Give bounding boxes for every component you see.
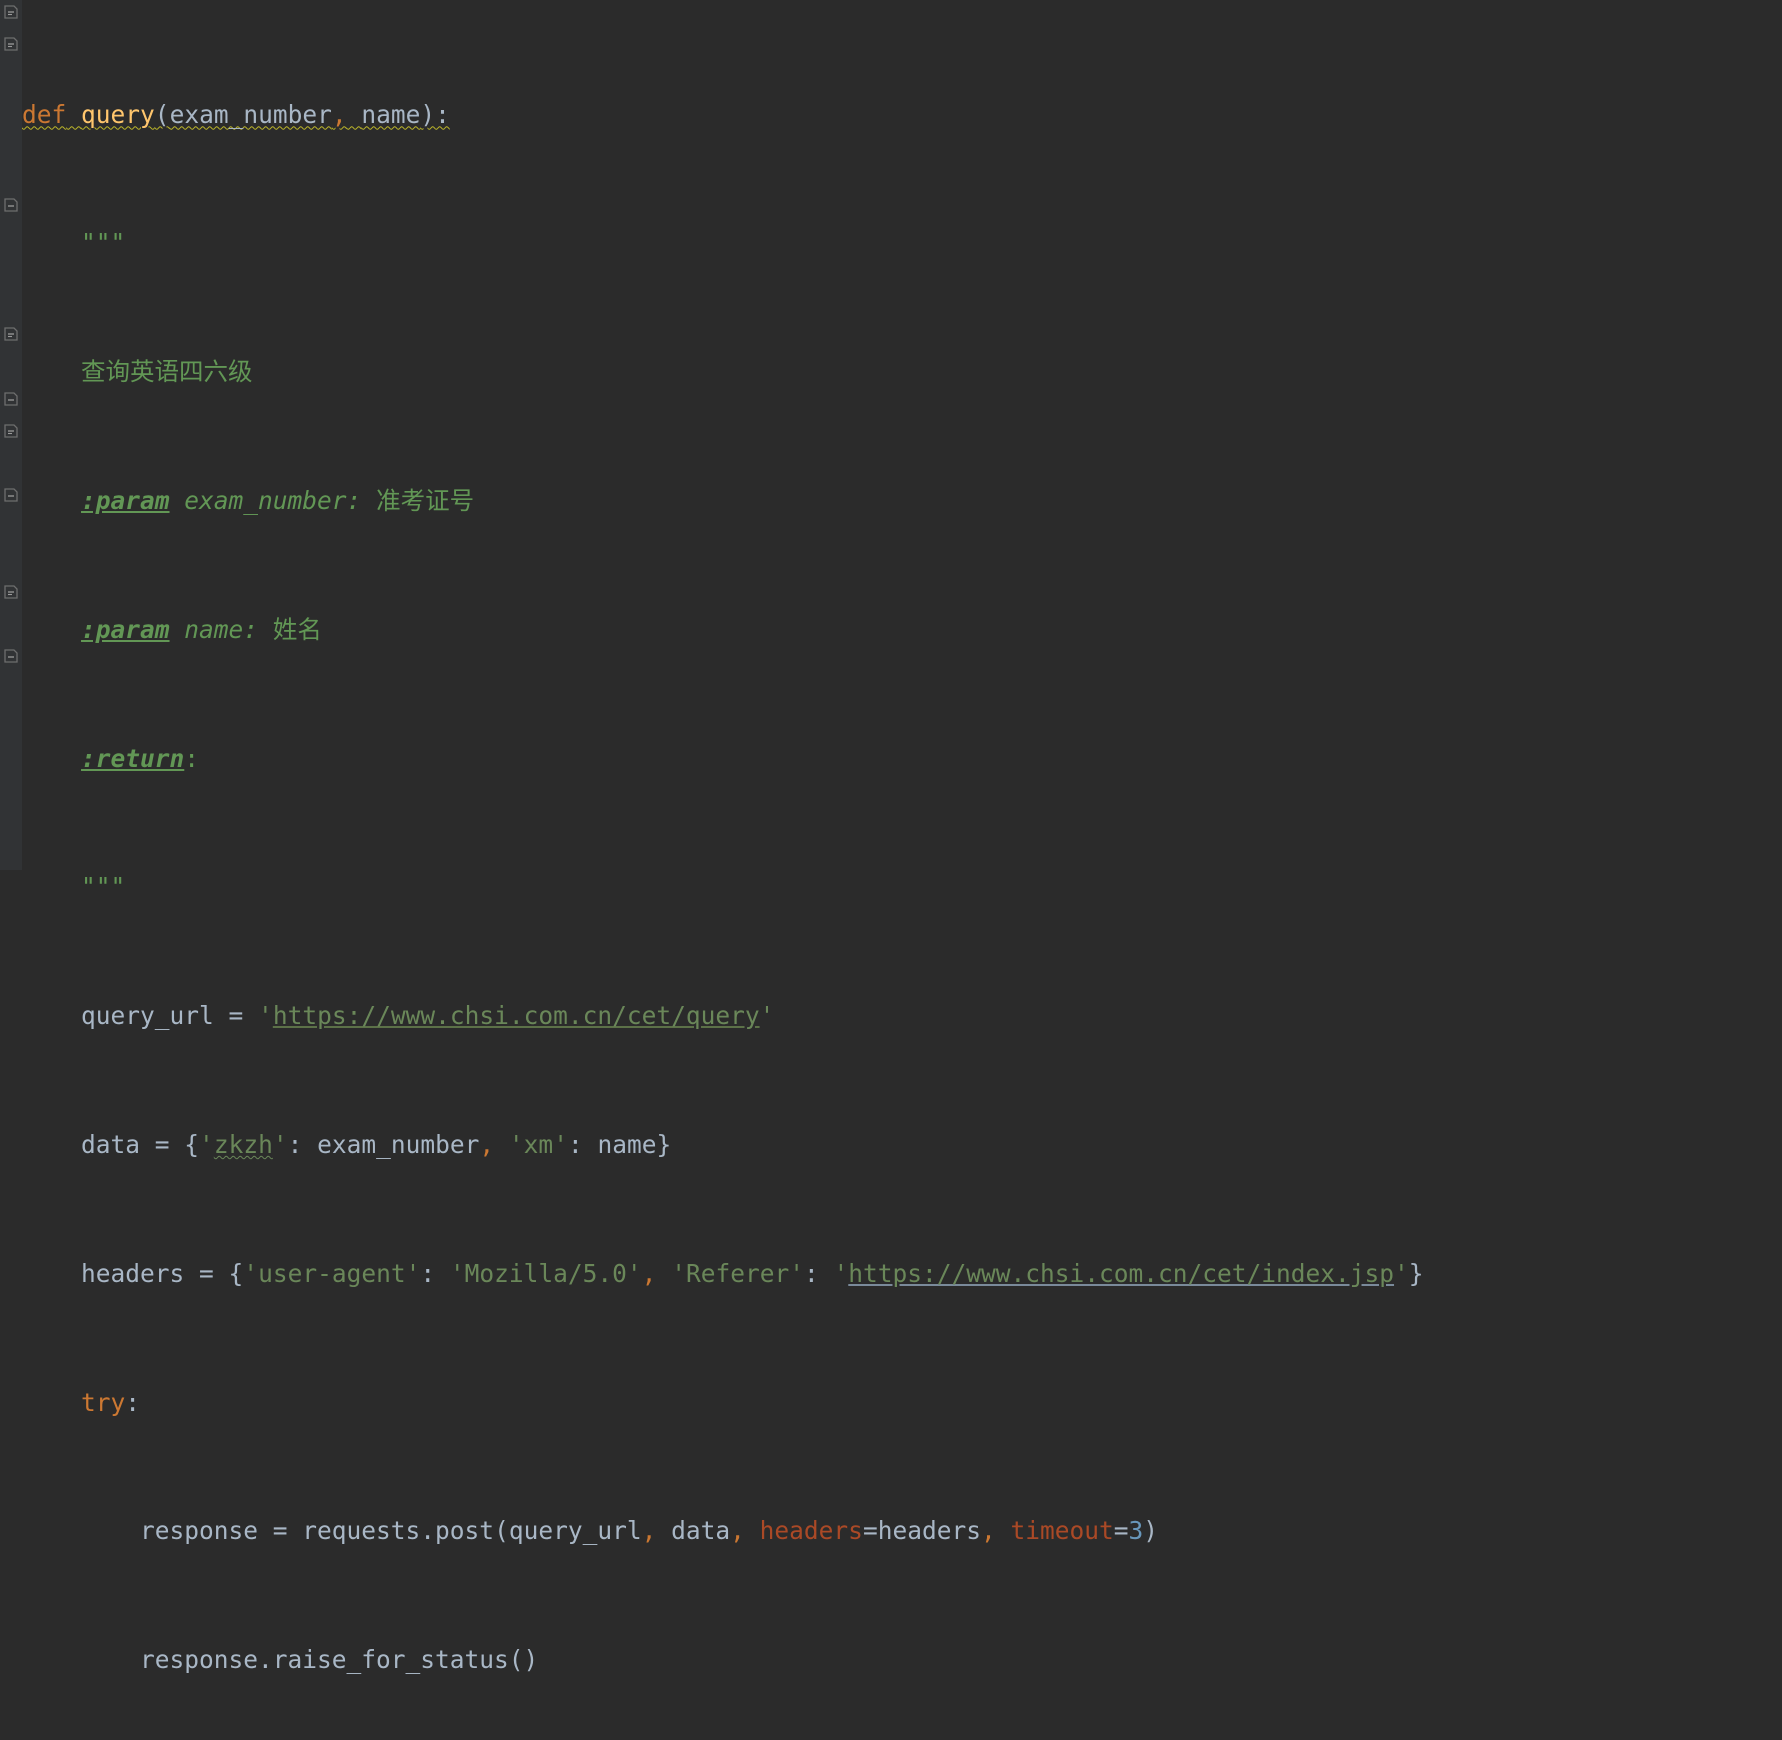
token-var-headers: headers xyxy=(81,1258,185,1288)
code-line[interactable]: """ xyxy=(22,227,1782,259)
token-header-key-referer: Referer xyxy=(685,1258,790,1288)
code-line[interactable]: :param exam_number: 准考证号 xyxy=(22,485,1782,517)
code-line[interactable]: response = requests.post(query_url, data… xyxy=(22,1515,1782,1547)
token-doc-param-exam-number-desc: 准考证号 xyxy=(376,486,475,515)
fold-collapse-icon[interactable] xyxy=(3,36,19,52)
token-var-query-url: query_url xyxy=(508,1516,642,1546)
code-line[interactable]: data = {'zkzh': exam_number, 'xm': name} xyxy=(22,1129,1782,1161)
token-dict-key-zkzh: zkzh xyxy=(213,1129,273,1159)
token-doc-param-name-desc: 姓名 xyxy=(272,614,322,644)
token-header-value-mozilla: Mozilla/5.0 xyxy=(464,1258,627,1288)
fold-expand-icon[interactable] xyxy=(3,487,19,503)
fold-collapse-icon[interactable] xyxy=(3,584,19,600)
token-doc-param-name: name: xyxy=(184,614,259,644)
token-doc-summary: 查询英语四六级 xyxy=(81,357,253,387)
editor-gutter[interactable] xyxy=(0,0,22,870)
fold-collapse-icon[interactable] xyxy=(3,423,19,439)
token-param-name: name xyxy=(597,1129,657,1159)
token-doc-tag-param: :param xyxy=(81,486,170,515)
token-kwarg-timeout: timeout xyxy=(1010,1516,1114,1546)
token-url-query[interactable]: https://www.chsi.com.cn/cet/query xyxy=(273,1001,760,1030)
token-var-response: response xyxy=(140,1516,259,1546)
code-line[interactable]: """ xyxy=(22,871,1782,903)
token-function-name: query xyxy=(81,99,155,129)
code-content[interactable]: def query(exam_number, name): """ 查询英语四六… xyxy=(22,0,1782,1740)
code-line[interactable]: headers = {'user-agent': 'Mozilla/5.0', … xyxy=(22,1258,1782,1290)
token-url-referer[interactable]: https://www.chsi.com.cn/cet/index.jsp xyxy=(848,1259,1394,1288)
token-call-raise-for-status: response.raise_for_status() xyxy=(140,1645,539,1675)
token-doc-param-exam-number: exam_number: xyxy=(184,486,362,515)
code-line[interactable]: def query(exam_number, name): xyxy=(22,99,1782,131)
fold-expand-icon[interactable] xyxy=(3,391,19,407)
token-doc-tag-param: :param xyxy=(81,614,170,644)
token-keyword-def: def xyxy=(22,99,67,129)
token-dict-key-xm: xm xyxy=(523,1129,554,1159)
token-var-data: data xyxy=(671,1516,731,1546)
token-number-timeout: 3 xyxy=(1128,1516,1144,1546)
token-docstring-open: """ xyxy=(81,228,126,258)
token-doc-tag-return: :return xyxy=(81,743,185,773)
code-line[interactable]: query_url = 'https://www.chsi.com.cn/cet… xyxy=(22,1000,1782,1032)
fold-expand-icon[interactable] xyxy=(3,197,19,213)
code-line[interactable]: 查询英语四六级 xyxy=(22,356,1782,388)
token-keyword-try: try xyxy=(81,1387,126,1417)
code-line[interactable]: try: xyxy=(22,1387,1782,1419)
fold-collapse-icon[interactable] xyxy=(3,4,19,20)
token-var-headers: headers xyxy=(877,1516,981,1546)
token-param-exam-number: exam_number xyxy=(317,1129,480,1159)
token-docstring-close: """ xyxy=(81,872,126,902)
code-line[interactable]: :return: xyxy=(22,743,1782,775)
token-header-key-user-agent: user-agent xyxy=(258,1258,406,1288)
fold-expand-icon[interactable] xyxy=(3,648,19,664)
token-kwarg-headers: headers xyxy=(759,1516,863,1546)
code-editor[interactable]: def query(exam_number, name): """ 查询英语四六… xyxy=(0,0,1782,1674)
token-param-name: name xyxy=(361,99,421,129)
token-var-data: data xyxy=(81,1129,141,1159)
token-call-requests-post: requests.post xyxy=(302,1516,495,1546)
fold-collapse-icon[interactable] xyxy=(3,326,19,342)
token-var-query-url: query_url xyxy=(81,1001,214,1031)
code-line[interactable]: response.raise_for_status() xyxy=(22,1644,1782,1676)
code-line[interactable]: :param name: 姓名 xyxy=(22,614,1782,646)
token-param-exam-number: exam_number xyxy=(169,99,332,129)
